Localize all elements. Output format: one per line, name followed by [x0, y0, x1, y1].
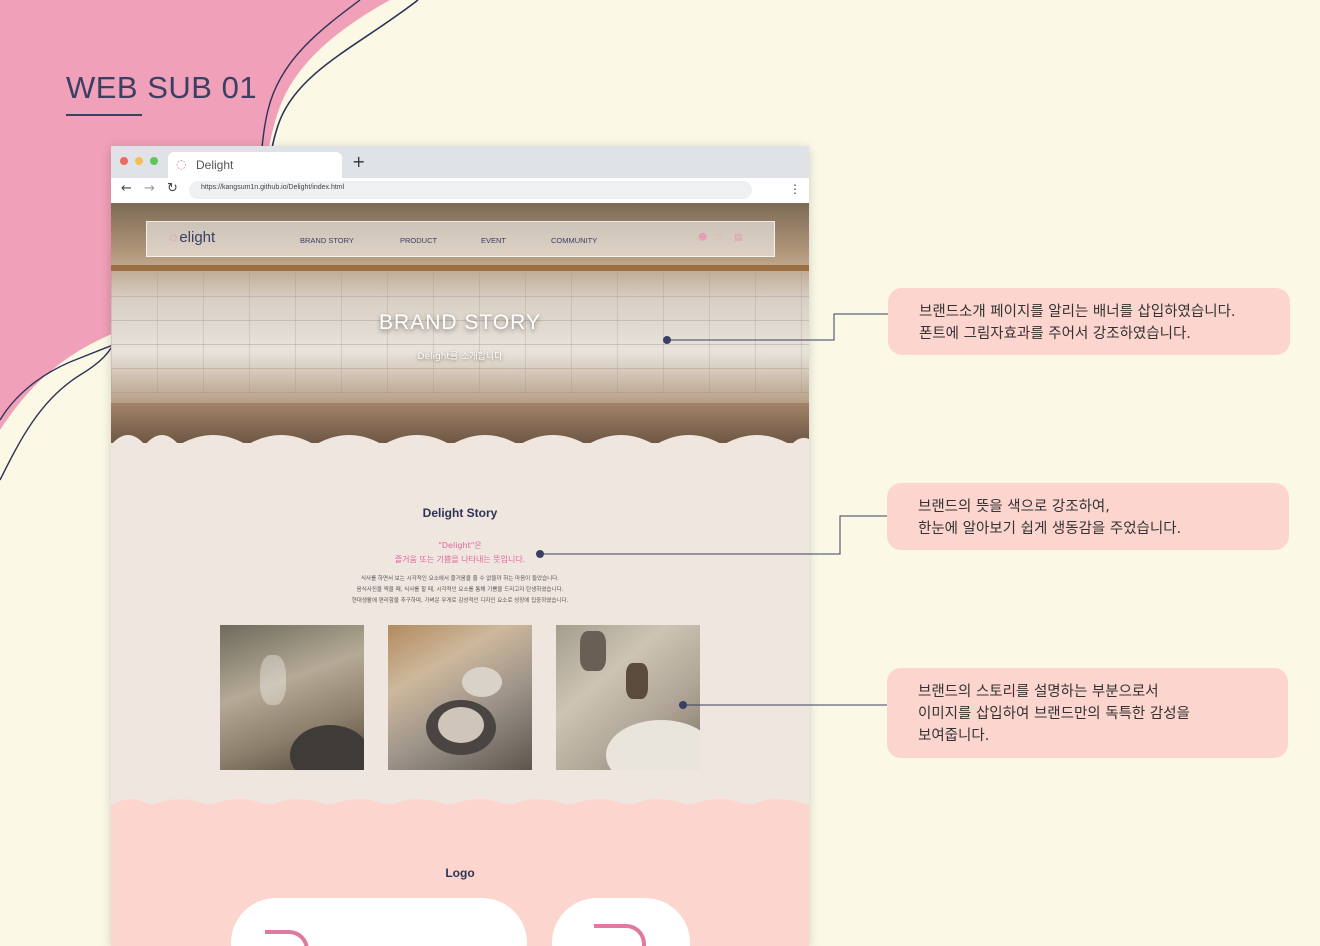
- annotation-story: 브랜드의 스토리를 설명하는 부분으로서 이미지를 삽입하여 브랜드만의 독특한…: [887, 668, 1288, 758]
- annotation-text: 브랜드의 스토리를 설명하는 부분으로서: [918, 684, 1159, 700]
- annotation-text: 브랜드소개 페이지를 알리는 배너를 삽입하였습니다.: [919, 304, 1236, 320]
- annotation-text: 보여줍니다.: [918, 728, 990, 744]
- annotation-banner: 브랜드소개 페이지를 알리는 배너를 삽입하였습니다. 폰트에 그림자효과를 주…: [888, 288, 1290, 355]
- annotation-text: 브랜드의 뜻을 색으로 강조하여,: [918, 499, 1110, 515]
- annotation-text: 폰트에 그림자효과를 주어서 강조하였습니다.: [919, 326, 1191, 342]
- annotation-meaning: 브랜드의 뜻을 색으로 강조하여, 한눈에 알아보기 쉽게 생동감을 주었습니다…: [887, 483, 1289, 550]
- annotation-connectors: [536, 313, 888, 709]
- annotation-text: 이미지를 삽입하여 브랜드만의 독특한 감성을: [918, 706, 1190, 722]
- annotation-text: 한눈에 알아보기 쉽게 생동감을 주었습니다.: [918, 521, 1182, 537]
